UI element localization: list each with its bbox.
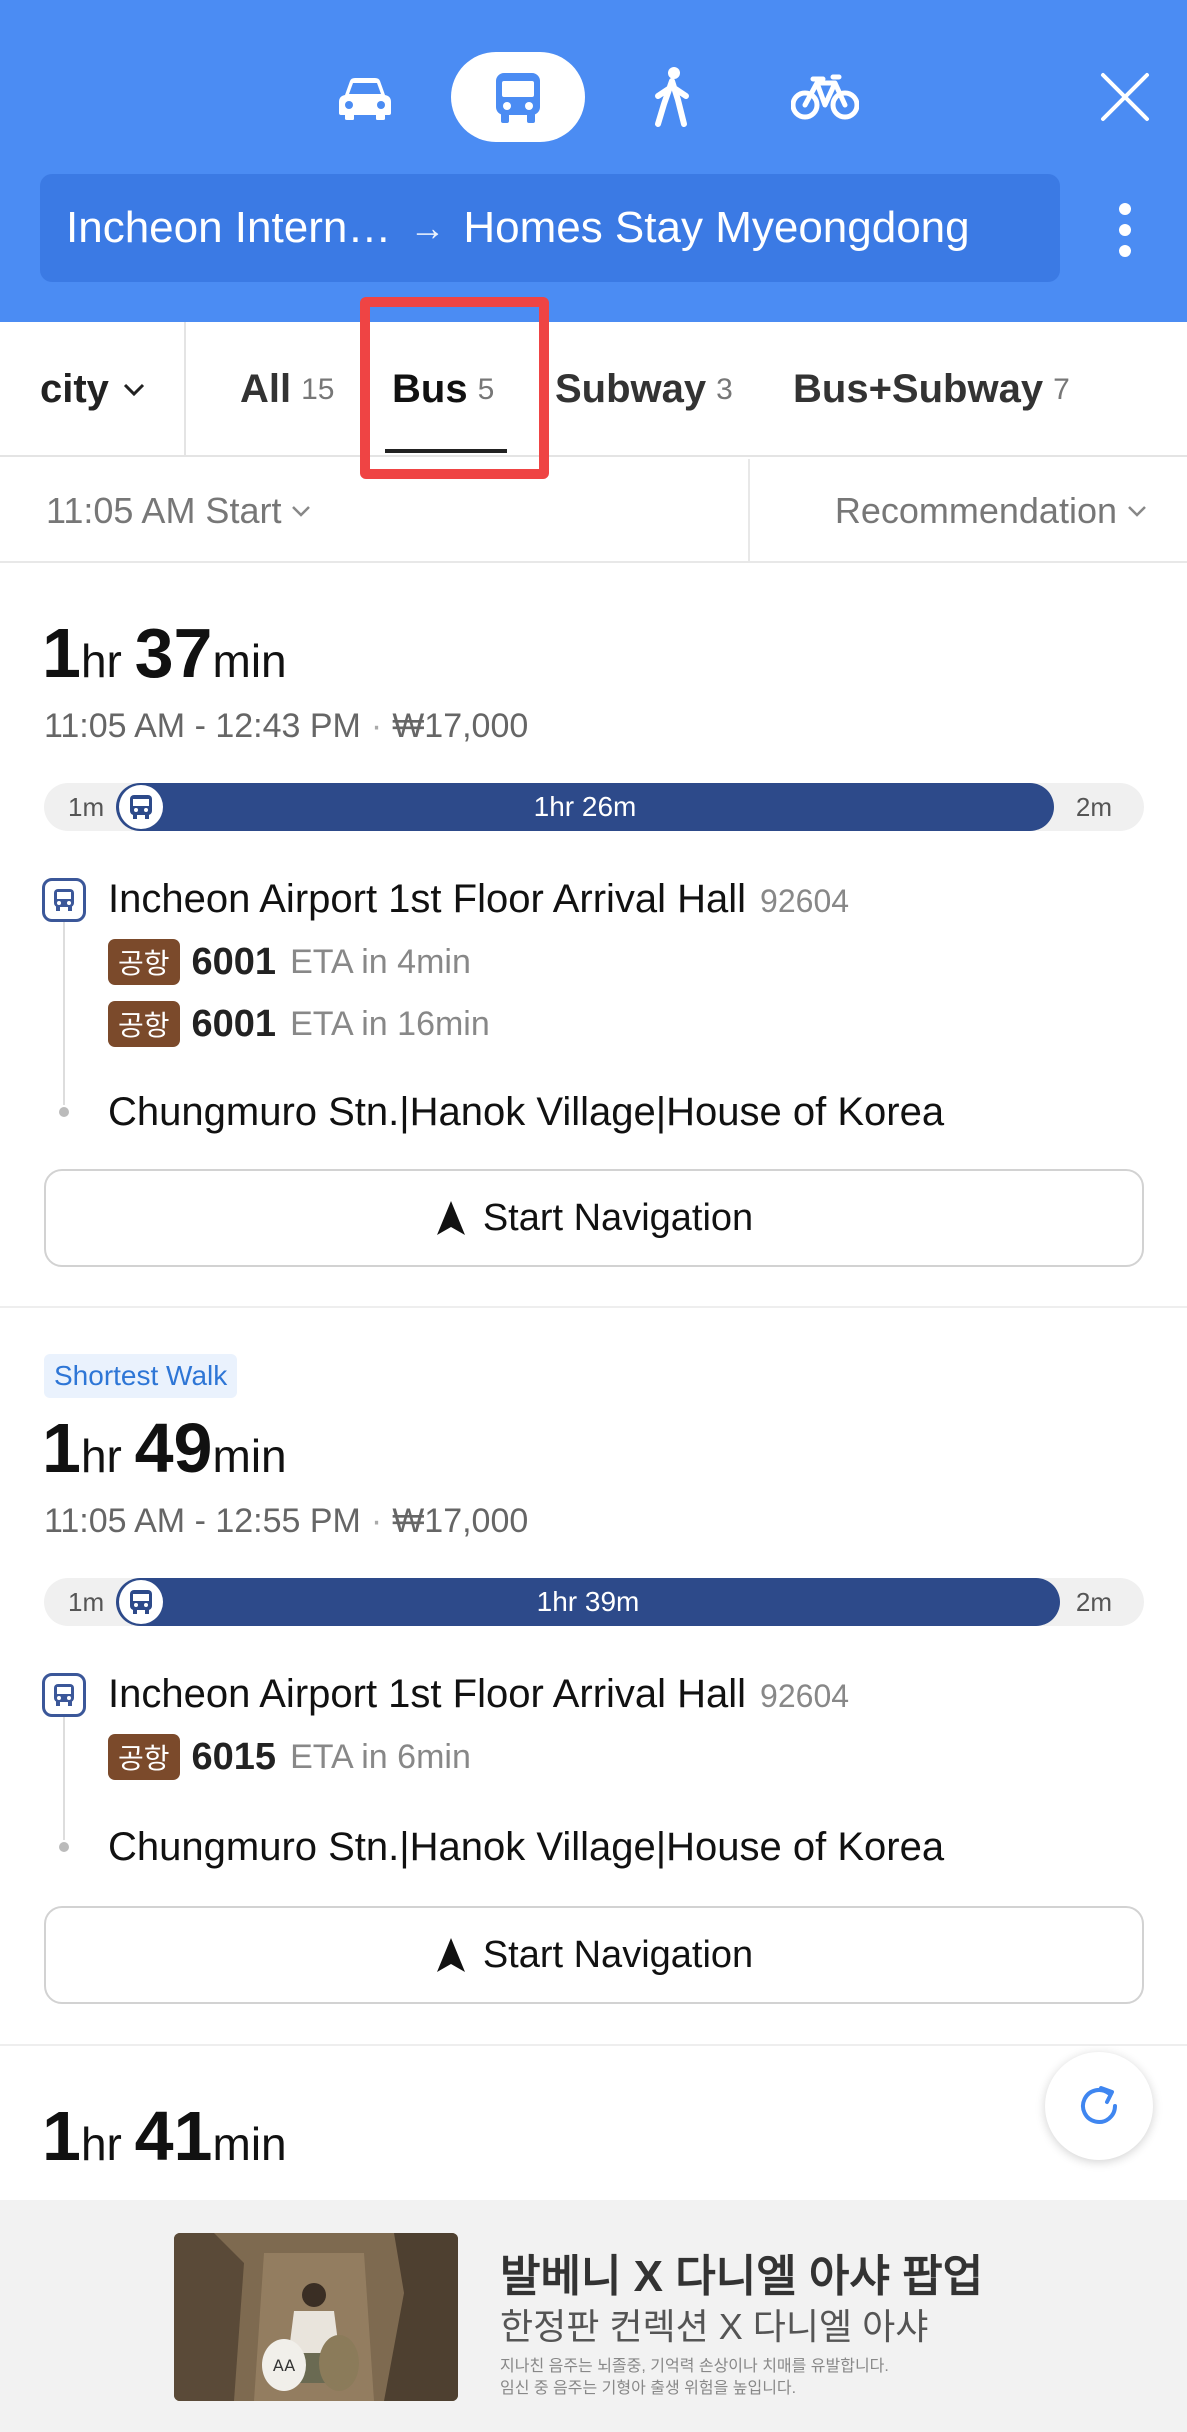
walk-icon (655, 67, 689, 127)
ad-disclaimer: 임신 중 음주는 기형아 출생 위험을 높입니다. (500, 2380, 797, 2397)
bus-segment-label: 1hr 39m (536, 1586, 640, 1617)
advertisement-banner[interactable]: AA 발베니 X 다니엘 아샤 팝업 한정판 컨렉션 X 다니엘 아샤 지나친 … (0, 2200, 1187, 2432)
route-duration: 1hr 49min (42, 1409, 287, 1487)
chevron-down-icon (292, 506, 311, 517)
bus-mode-button[interactable] (451, 52, 585, 142)
bus-number: 6015 (191, 1735, 277, 1778)
tab-label: Subway (555, 367, 707, 411)
bus-stop-icon (42, 1673, 86, 1717)
bike-icon (791, 74, 859, 120)
start-navigation-button[interactable]: Start Navigation (44, 1906, 1144, 2004)
end-dot (59, 1107, 69, 1117)
tab-count: 15 (301, 372, 335, 406)
ad-disclaimer: 지나친 음주는 뇌졸중, 기억력 손상이나 치매를 유발합니다. (500, 2358, 889, 2375)
start-navigation-label: Start Navigation (482, 1933, 754, 1976)
route-line (63, 905, 65, 1105)
more-options-button[interactable] (1100, 190, 1150, 270)
stop-id: 92604 (760, 1678, 850, 1714)
start-navigation-button[interactable]: Start Navigation (44, 1169, 1144, 1267)
divider (184, 322, 186, 457)
route-times: 11:05 AM - 12:55 PM · ₩17,000 (44, 1502, 529, 1540)
start-time-label: 11:05 AM Start (46, 490, 282, 531)
chevron-down-icon (123, 383, 144, 396)
bus-icon (119, 785, 163, 829)
route-line (63, 1700, 65, 1840)
bus-eta: ETA in 16min (290, 1004, 490, 1043)
shortest-walk-tag: Shortest Walk (44, 1354, 238, 1398)
route-summary[interactable]: Incheon Intern… → Homes Stay Myeongdong (40, 174, 1060, 282)
city-dropdown[interactable]: city (40, 322, 145, 457)
highlight-box (360, 297, 549, 479)
origin-label: Incheon Intern… (66, 203, 392, 252)
walk-start-label: 1m (68, 792, 105, 822)
bus-stop-icon (42, 878, 86, 922)
bus-eta: ETA in 6min (290, 1737, 471, 1776)
walk-start-label: 1m (68, 1587, 105, 1617)
alighting-stop: Chungmuro Stn.|Hanok Village|House of Ko… (108, 1090, 945, 1134)
divider (748, 459, 750, 563)
alighting-stop: Chungmuro Stn.|Hanok Village|House of Ko… (108, 1825, 945, 1869)
bus-segment: 1hr 39m (116, 1578, 1060, 1626)
divider (0, 2044, 1187, 2046)
close-icon (1101, 73, 1149, 121)
walk-end-label: 2m (1075, 1587, 1112, 1617)
airport-badge: 공항 (108, 1001, 180, 1047)
tab-count: 7 (1053, 372, 1070, 406)
tab-bus-subway[interactable]: Bus+Subway 7 (793, 322, 1070, 457)
stop-id: 92604 (760, 883, 850, 919)
start-navigation-label: Start Navigation (482, 1196, 754, 1239)
airport-badge: 공항 (108, 939, 180, 985)
ad-subtitle: 한정판 컨렉션 X 다니엘 아샤 (500, 2306, 929, 2347)
navigation-arrow-icon (436, 1938, 465, 1972)
walk-end-label: 2m (1075, 792, 1112, 822)
tab-all[interactable]: All 15 (240, 322, 335, 457)
sort-dropdown[interactable]: Recommendation (835, 459, 1147, 563)
navigation-arrow-icon (436, 1201, 465, 1235)
bus-eta: ETA in 4min (290, 942, 471, 981)
filter-row: 11:05 AM Start Recommendation (0, 459, 1187, 563)
refresh-button[interactable] (1045, 2052, 1153, 2160)
top-header: Incheon Intern… → Homes Stay Myeongdong (0, 0, 1187, 322)
divider (0, 1306, 1187, 1308)
svg-text:AA: AA (273, 2356, 295, 2375)
boarding-stop[interactable]: Incheon Airport 1st Floor Arrival Hall 92… (108, 1672, 849, 1717)
route-duration: 1hr 41min (42, 2097, 287, 2175)
ad-image: AA (174, 2233, 458, 2401)
refresh-icon (1081, 2086, 1117, 2124)
car-icon (339, 78, 391, 120)
route-times: 11:05 AM - 12:43 PM · ₩17,000 (44, 707, 529, 745)
route-duration: 1hr 37min (42, 614, 287, 692)
more-vertical-icon (1119, 203, 1131, 257)
ad-title: 발베니 X 다니엘 아샤 팝업 (500, 2252, 984, 2301)
bus-arrival: 공항 6001 ETA in 16min (108, 1001, 490, 1047)
tab-subway[interactable]: Subway 3 (555, 322, 733, 457)
route-timeline-bar: 1m 1hr 39m 2m (44, 1578, 1144, 1626)
car-mode-button[interactable] (315, 52, 415, 142)
destination-label: Homes Stay Myeongdong (463, 203, 970, 252)
walk-mode-button[interactable] (622, 52, 722, 142)
bus-number: 6001 (191, 940, 277, 983)
bus-segment: 1hr 26m (116, 783, 1054, 831)
tab-label: Bus+Subway (793, 367, 1044, 411)
arrow-icon: → (409, 207, 446, 248)
chevron-down-icon (1128, 506, 1146, 517)
start-time-dropdown[interactable]: 11:05 AM Start (46, 459, 311, 563)
city-label: city (40, 367, 109, 411)
close-button[interactable] (1090, 62, 1160, 132)
bus-number: 6001 (191, 1002, 277, 1045)
boarding-stop[interactable]: Incheon Airport 1st Floor Arrival Hall 92… (108, 877, 849, 922)
route-timeline-bar: 1m 1hr 26m 2m (44, 783, 1144, 831)
airport-badge: 공항 (108, 1734, 180, 1780)
bus-arrival: 공항 6015 ETA in 6min (108, 1734, 471, 1780)
transit-tabs: city All 15 Bus 5 Subway 3 Bus+Subway 7 (0, 322, 1187, 457)
tab-count: 3 (716, 372, 733, 406)
bike-mode-button[interactable] (775, 52, 875, 142)
bus-icon (496, 73, 540, 123)
end-dot (59, 1842, 69, 1852)
sort-label: Recommendation (834, 490, 1117, 531)
bus-segment-label: 1hr 26m (533, 791, 637, 822)
bus-icon (119, 1580, 163, 1624)
tab-label: All (240, 367, 292, 411)
bus-arrival: 공항 6001 ETA in 4min (108, 939, 471, 985)
